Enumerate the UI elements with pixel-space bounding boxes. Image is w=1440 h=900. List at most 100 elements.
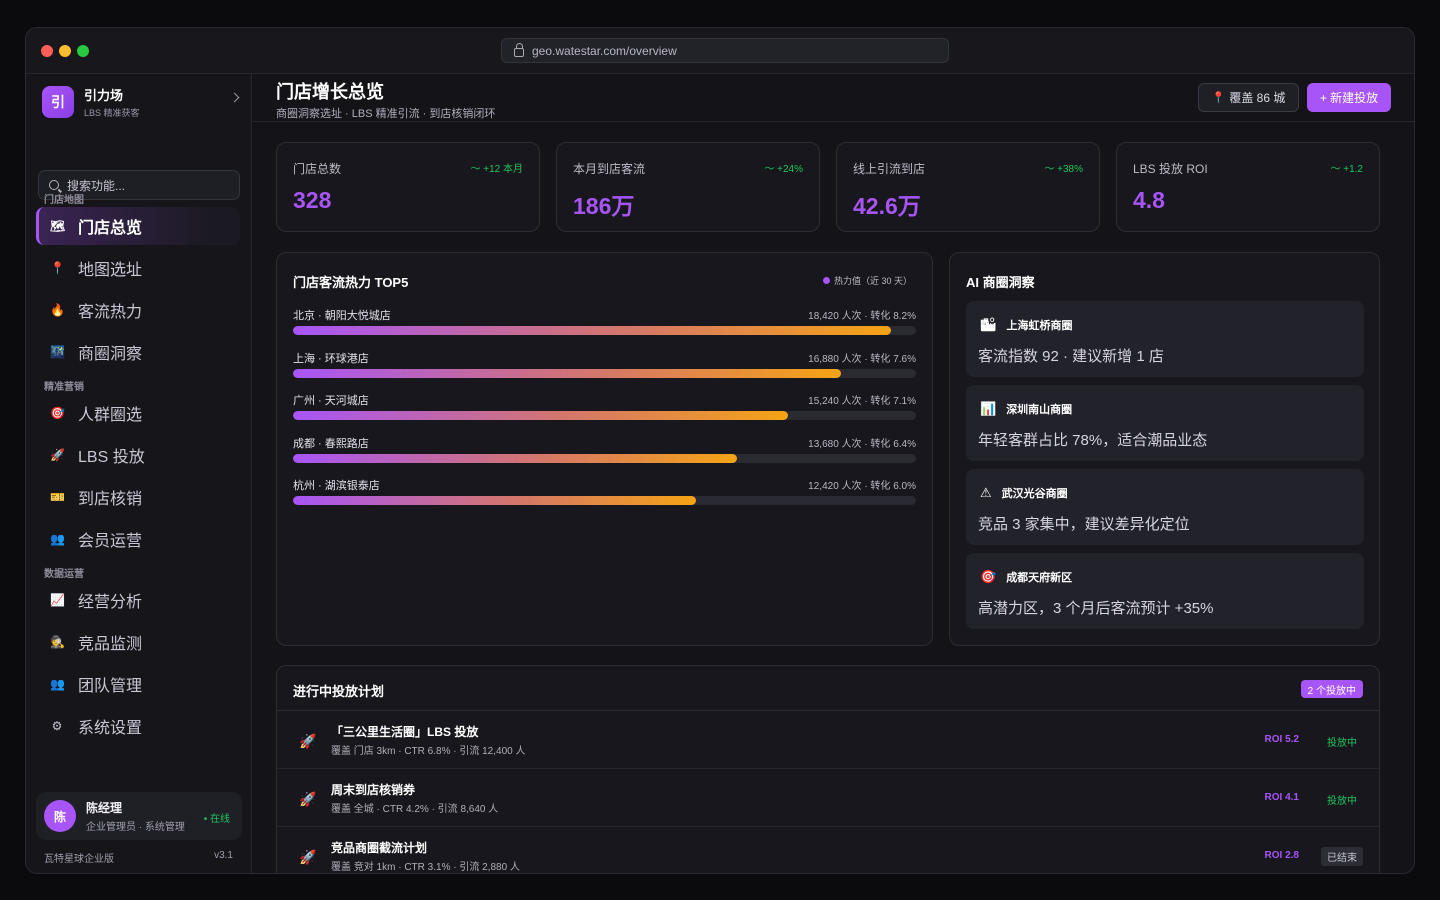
- nav-icon: 🔥: [50, 303, 65, 317]
- heat-title: 门店客流热力 TOP5: [293, 275, 409, 290]
- insight-header: 🏙 上海虹桥商圈: [980, 317, 1073, 333]
- address-bar[interactable]: geo.watestar.com/overview: [501, 38, 949, 63]
- insight-text: 客流指数 92 · 建议新增 1 店: [978, 348, 1164, 365]
- rocket-icon: 🚀: [299, 733, 317, 749]
- sidebar-item-label: 系统设置: [78, 720, 143, 737]
- sidebar-item-label: 地图选址: [78, 262, 143, 279]
- sidebar-item-系统设置[interactable]: ⚙ 系统设置: [36, 707, 240, 745]
- nav-icon: 📍: [50, 261, 65, 275]
- sidebar-item-label: 门店总览: [78, 220, 143, 237]
- sidebar-item-地图选址[interactable]: 📍 地图选址: [36, 249, 240, 287]
- plan-row[interactable]: 🚀 竞品商圈截流计划 覆盖 竞对 1km · CTR 3.1% · 引流 2,880…: [277, 827, 1379, 873]
- insight-card[interactable]: 🎯 成都天府新区 高潜力区，3 个月后客流预计 +35%: [966, 553, 1364, 629]
- sidebar-item-经营分析[interactable]: 📈 经营分析: [36, 581, 240, 619]
- plan-row[interactable]: 🚀 周末到店核销券 覆盖 全城 · CTR 4.2% · 引流 8,640 人 ROI…: [277, 769, 1379, 827]
- brand[interactable]: 引 引力场 LBS 精准获客: [42, 86, 240, 118]
- store-metrics: 18,420 人次 · 转化 8.2%: [808, 311, 916, 322]
- kpi-label: 线上引流到店: [853, 162, 926, 176]
- kpi-card: LBS 投放 ROI 〜 +1.2 4.8: [1116, 142, 1380, 232]
- store-metrics: 16,880 人次 · 转化 7.6%: [808, 353, 916, 365]
- heat-bar-track: [293, 326, 916, 335]
- sidebar-item-label: 经营分析: [78, 594, 143, 611]
- heat-bar-row: 上海 · 环球港店 16,880 人次 · 转化 7.6%: [293, 350, 916, 380]
- kpi-card: 本月到店客流 〜 +24% 186万: [556, 142, 820, 232]
- rocket-icon: 🚀: [299, 791, 317, 807]
- city-coverage-label: 覆盖 86 城: [1229, 91, 1286, 105]
- kpi-label: 门店总数: [293, 162, 342, 176]
- store-name: 北京 · 朝阳大悦城店: [293, 310, 391, 322]
- new-campaign-button[interactable]: + 新建投放: [1307, 83, 1391, 112]
- nav-icon: 🎫: [50, 490, 65, 504]
- user-role: 企业管理员 · 系统管理: [86, 822, 185, 833]
- plan-row[interactable]: 🚀 「三公里生活圈」LBS 投放覆盖 门店 3km · CTR 6.8% · 引流…: [277, 711, 1379, 769]
- user-name: 陈经理: [86, 801, 123, 815]
- sidebar-item-门店总览[interactable]: 🗺 门店总览: [36, 207, 240, 245]
- ai-insight-card: AI 商圈洞察 🏙 上海虹桥商圈 客流指数 92 · 建议新增 1 店 📊 深圳南山商圈…: [949, 252, 1380, 646]
- kpi-value: 328: [293, 187, 332, 213]
- insight-name: 武汉光谷商圈: [1001, 488, 1068, 500]
- online-status: • 在线: [203, 814, 230, 825]
- insight-header: ⚠ 武汉光谷商圈: [980, 485, 1068, 501]
- plan-name: 「三公里生活圈」LBS 投放: [331, 725, 479, 739]
- nav-icon: 🗺: [50, 219, 66, 233]
- kpi-card: 线上引流到店 〜 +38% 42.6万: [836, 142, 1100, 232]
- minimize-window-dot[interactable]: [59, 45, 71, 57]
- kpi-value: 4.8: [1133, 187, 1165, 213]
- insight-card[interactable]: ⚠ 武汉光谷商圈 竞品 3 家集中，建议差异化定位: [966, 469, 1364, 545]
- plans-card: 进行中投放计划 2 个投放中 🚀 「三公里生活圈」LBS 投放 覆盖 门店 3km …: [276, 665, 1380, 873]
- version-label: v3.1: [214, 850, 233, 861]
- nav-icon: 👥: [50, 677, 65, 691]
- close-window-dot[interactable]: [41, 45, 53, 57]
- search-icon: [49, 180, 59, 190]
- kpi-delta: 〜 +12 本月: [470, 164, 523, 175]
- sidebar-item-label: 团队管理: [78, 678, 143, 695]
- insight-header: 🎯 成都天府新区: [980, 569, 1072, 585]
- sidebar-item-商圈洞察[interactable]: 🌃 商圈洞察: [36, 333, 240, 371]
- store-name: 成都 · 春熙路店: [293, 437, 369, 450]
- trend-up-icon: 〜: [1330, 164, 1344, 175]
- pin-icon: 📍: [1211, 92, 1226, 104]
- brand-subtitle: LBS 精准获客: [84, 108, 140, 118]
- city-coverage-button[interactable]: 📍 覆盖 86 城: [1198, 83, 1299, 112]
- sidebar-item-到店核销[interactable]: 🎫 到店核销: [36, 478, 240, 516]
- kpi-value: 42.6万: [853, 193, 921, 219]
- sidebar-item-人群圈选[interactable]: 🎯 人群圈选: [36, 394, 240, 432]
- plans-title: 进行中投放计划: [293, 684, 385, 699]
- heat-bar-row: 成都 · 春熙路店 13,680 人次 · 转化 6.4%: [293, 435, 916, 465]
- sidebar-item-团队管理[interactable]: 👥 团队管理: [36, 665, 240, 703]
- page-header: 门店增长总览 商圈洞察选址 · LBS 精准引流 · 到店核销闭环 📍 覆盖 8…: [252, 74, 1414, 122]
- insight-name: 上海虹桥商圈: [1006, 320, 1073, 332]
- maximize-window-dot[interactable]: [77, 45, 89, 57]
- insight-card[interactable]: 📊 深圳南山商圈 年轻客群占比 78%，适合潮品业态: [966, 385, 1364, 461]
- plan-roi: ROI 2.8: [1264, 850, 1299, 861]
- sidebar-item-会员运营[interactable]: 👥 会员运营: [36, 520, 240, 558]
- page-subtitle: 商圈洞察选址 · LBS 精准引流 · 到店核销闭环: [276, 108, 496, 120]
- page-title: 门店增长总览: [276, 82, 384, 102]
- sidebar-item-label: 人群圈选: [78, 407, 143, 424]
- sidebar-item-LBS 投放[interactable]: 🚀 LBS 投放: [36, 436, 240, 474]
- sidebar-item-label: LBS 投放: [78, 449, 145, 466]
- store-metrics: 12,420 人次 · 转化 6.0%: [808, 481, 916, 492]
- insight-card[interactable]: 🏙 上海虹桥商圈客流指数 92 · 建议新增 1 店: [966, 301, 1364, 377]
- insight-icon: 🏙: [980, 317, 997, 332]
- plan-roi: ROI 5.2: [1264, 734, 1299, 745]
- insight-icon: 🎯: [980, 569, 997, 584]
- heat-legend: 热力值（近 30 天）: [822, 274, 912, 287]
- avatar: 陈: [44, 800, 76, 832]
- heat-bar: [293, 326, 891, 335]
- sidebar-item-客流热力[interactable]: 🔥 客流热力: [36, 291, 240, 329]
- store-name: 杭州 · 湖滨银泰店: [293, 480, 380, 492]
- kpi-value: 186万: [573, 193, 635, 219]
- insight-text: 年轻客群占比 78%，适合潮品业态: [978, 432, 1208, 449]
- trend-up-icon: 〜: [764, 164, 778, 175]
- plan-meta: 覆盖 竞对 1km · CTR 3.1% · 引流 2,880 人: [331, 862, 520, 873]
- heat-bar-row: 北京 · 朝阳大悦城店 18,420 人次 · 转化 8.2%: [293, 307, 916, 337]
- plan-meta: 覆盖 门店 3km · CTR 6.8% · 引流 12,400 人: [331, 746, 526, 757]
- sidebar-item-label: 到店核销: [78, 491, 143, 508]
- sidebar-item-竞品监测[interactable]: 🕵 竞品监测: [36, 623, 240, 661]
- sidebar-item-label: 会员运营: [78, 533, 143, 550]
- chevron-right-icon[interactable]: [229, 92, 240, 103]
- heat-bar: [293, 368, 841, 378]
- kpi-label: LBS 投放 ROI: [1133, 162, 1208, 176]
- user-card[interactable]: 陈 陈经理 企业管理员 · 系统管理 • 在线: [36, 792, 242, 840]
